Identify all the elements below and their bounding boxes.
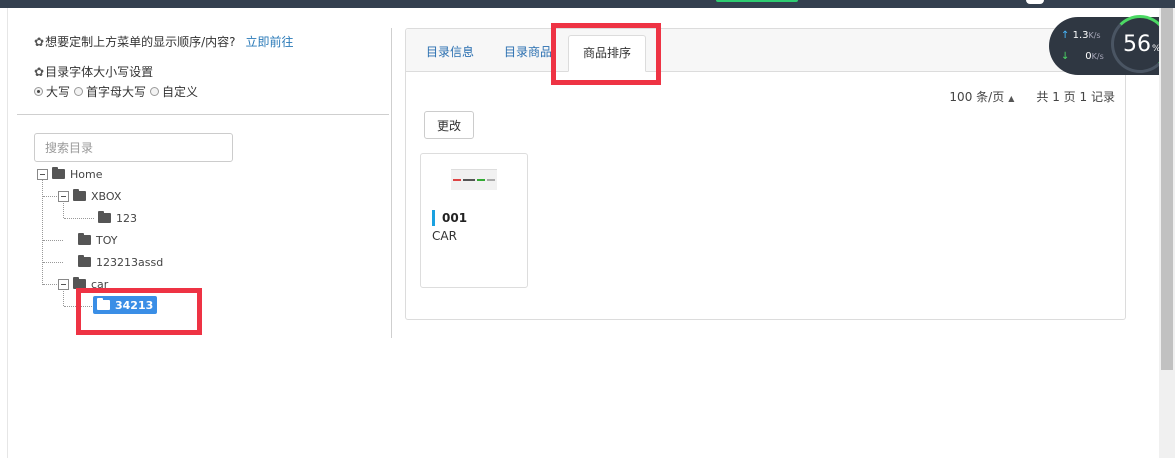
collapse-icon[interactable] [58,278,69,290]
highlight-box-tree [76,288,202,335]
collapse-icon[interactable] [58,190,69,202]
gear-icon: ✿ [34,65,45,79]
left-divider [17,114,389,115]
tab-catalog-info[interactable]: 目录信息 [412,35,488,72]
avatar[interactable] [1026,0,1044,4]
tree-node-label: 123 [116,211,137,225]
tree-node-toy[interactable]: TOY [78,232,118,248]
radio-dot[interactable] [74,87,84,96]
font-case-setting-label: ✿目录字体大小写设置 [34,63,153,80]
vertical-scrollbar[interactable] [1159,8,1175,458]
radio-label: 首字母大写 [86,85,147,99]
folder-icon [98,211,111,223]
hint-text: 想要定制上方菜单的显示顺序/内容? [45,35,236,49]
tree-node-xbox[interactable]: XBOX [58,188,121,204]
font-case-radio-group: 大写 首字母大写 自定义 [34,83,202,100]
record-count: 1 [1079,90,1088,104]
go-now-link[interactable]: 立即前往 [245,35,293,49]
scrollbar-thumb[interactable] [1161,8,1173,370]
tree-node-label: 123213assd [96,255,164,269]
tree-line [43,240,63,241]
tree-node-label: TOY [96,233,118,247]
upload-value: 1.3 [1072,30,1089,41]
folder-icon [52,167,65,179]
caret-up-icon: ▲ [1008,94,1015,103]
per-page-unit: 条/页 [976,90,1005,104]
record-unit: 记录 [1090,90,1115,104]
gear-icon: ✿ [34,35,45,49]
tree-node-123213assd[interactable]: 123213assd [78,254,163,270]
tree-node-label: XBOX [91,189,122,203]
page-count: 1 [1052,90,1060,104]
radio-custom[interactable]: 自定义 [150,83,198,100]
font-setting-text: 目录字体大小写设置 [45,65,154,79]
page-unit: 页 [1063,90,1076,104]
tree-line [43,284,57,285]
folder-icon [78,255,91,267]
arrow-down-icon: ↓ [1061,51,1070,62]
catalog-detail-panel: 目录信息 目录商品 商品排序 100 条/页 ▲ 共 1 页 1 记录 更改 001… [405,28,1126,320]
nav-indicator [716,0,798,2]
per-page-select[interactable]: 100 条/页 ▲ [949,90,1018,104]
vertical-divider [391,28,392,338]
folder-icon [78,233,91,245]
tree-node-home[interactable]: Home [37,166,102,182]
gauge-percent: 56 [1123,32,1151,57]
tree-node-label: Home [70,167,103,181]
download-unit: K/s [1091,52,1104,61]
product-code: 001 [432,210,467,226]
radio-dot[interactable] [150,87,160,96]
tree-line [64,218,94,219]
tree-line [43,196,57,197]
highlight-box-tab [551,23,661,85]
download-speed: ↓ 0K/s [1061,51,1104,62]
product-thumbnail [451,169,497,190]
tree-line [42,179,43,285]
tree-node-123[interactable]: 123 [98,210,137,226]
product-name: CAR [432,229,457,243]
tab-bar: 目录信息 目录商品 商品排序 [406,29,1125,72]
radio-label: 大写 [46,85,71,99]
arrow-up-icon: ↑ [1061,30,1070,41]
total-prefix: 共 [1036,90,1049,104]
per-page-value: 100 [949,90,973,104]
radio-label: 自定义 [162,85,199,99]
upload-unit: K/s [1088,31,1101,40]
pagination: 100 条/页 ▲ 共 1 页 1 记录 [949,88,1115,105]
tree-line [43,262,63,263]
top-nav-bar [0,0,1175,8]
radio-uppercase[interactable]: 大写 [34,83,70,100]
catalog-search-input[interactable] [34,133,233,162]
radio-capitalize[interactable]: 首字母大写 [74,83,146,100]
change-button[interactable]: 更改 [424,111,474,139]
product-card[interactable]: 001 CAR [420,153,528,288]
radio-dot[interactable] [34,87,43,96]
folder-icon [73,189,86,201]
menu-customize-hint: ✿想要定制上方菜单的显示顺序/内容? 立即前往 [34,33,294,50]
upload-speed: ↑ 1.3K/s [1061,30,1101,41]
collapse-icon[interactable] [37,168,48,180]
